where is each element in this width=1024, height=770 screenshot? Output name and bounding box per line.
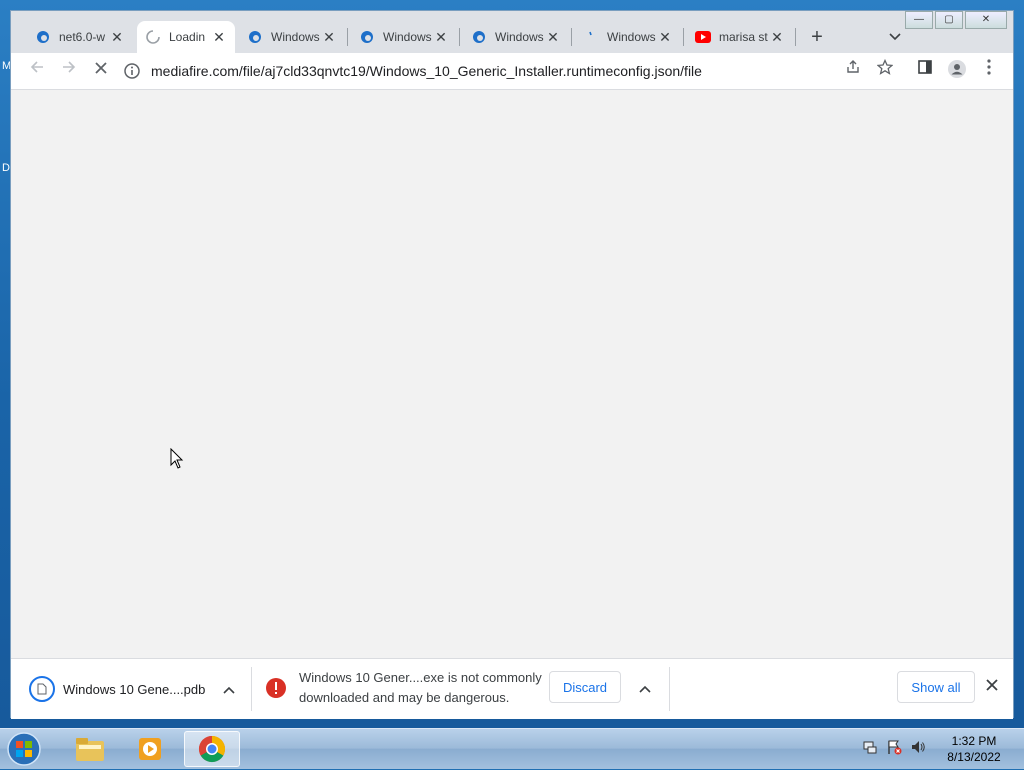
download-filename: Windows 10 Gene....pdb (63, 681, 206, 697)
tab-title: Windows (607, 30, 656, 44)
tab-title: Windows (495, 30, 544, 44)
edge-favicon-icon (471, 29, 487, 45)
tab-separator (347, 28, 348, 46)
menu-kebab-icon[interactable] (977, 59, 1001, 83)
loading-spinner-icon (583, 29, 599, 45)
mouse-cursor-icon (170, 447, 184, 473)
tab-windows-1[interactable]: Windows ✕ (239, 21, 345, 53)
bookmark-star-icon[interactable] (873, 58, 897, 83)
download-separator (251, 667, 252, 711)
tab-title: net6.0-w (59, 30, 106, 44)
warning-line-2: downloaded and may be dangerous. (299, 690, 510, 705)
edge-favicon-icon (35, 29, 51, 45)
share-icon[interactable] (841, 59, 865, 83)
window-controls: — ▢ ✕ (903, 11, 1007, 29)
close-window-button[interactable]: ✕ (965, 11, 1007, 29)
network-icon[interactable] (862, 739, 878, 758)
side-panel-icon[interactable] (913, 59, 937, 83)
maximize-button[interactable]: ▢ (935, 11, 963, 29)
tab-windows-4[interactable]: Windows ✕ (575, 21, 681, 53)
tab-strip: — ▢ ✕ net6.0-w ✕ Loadin ✕ Windows ✕ Wind… (11, 11, 1013, 53)
back-arrow-icon[interactable] (25, 59, 49, 83)
minimize-button[interactable]: — (905, 11, 933, 29)
clock-time: 1:32 PM (951, 734, 997, 748)
tab-net6[interactable]: net6.0-w ✕ (27, 21, 133, 53)
tab-youtube[interactable]: marisa st ✕ (687, 21, 793, 53)
discard-button[interactable]: Discard (549, 671, 621, 703)
address-bar[interactable]: mediafire.com/file/aj7cld33qnvtc19/Windo… (123, 57, 955, 85)
stop-loading-icon[interactable] (89, 59, 113, 83)
folder-icon (76, 738, 104, 761)
show-all-button[interactable]: Show all (897, 671, 975, 703)
youtube-favicon-icon (695, 29, 711, 45)
loading-spinner-icon (145, 29, 161, 45)
chrome-icon (198, 735, 226, 763)
close-tab-icon[interactable]: ✕ (657, 29, 673, 46)
site-info-icon[interactable] (123, 62, 141, 80)
forward-arrow-icon[interactable] (57, 59, 81, 83)
taskbar-chrome[interactable] (184, 731, 240, 767)
tab-loading[interactable]: Loadin ✕ (137, 21, 235, 53)
close-tab-icon[interactable]: ✕ (321, 29, 337, 46)
tab-title: Windows (271, 30, 320, 44)
tab-separator (795, 28, 796, 46)
new-tab-icon[interactable]: + (805, 25, 829, 49)
close-tab-icon[interactable]: ✕ (433, 29, 449, 46)
taskbar-media-player[interactable] (122, 731, 178, 767)
tab-title: Windows (383, 30, 432, 44)
edge-favicon-icon (247, 29, 263, 45)
close-shelf-icon[interactable] (986, 679, 998, 694)
tab-separator (571, 28, 572, 46)
media-player-icon (139, 738, 161, 760)
clock[interactable]: 1:32 PM 8/13/2022 (940, 733, 1008, 765)
tab-search-chevron-icon[interactable] (883, 25, 907, 49)
close-tab-icon[interactable]: ✕ (109, 29, 125, 46)
warning-line-1: Windows 10 Gener....exe is not commonly (299, 670, 542, 685)
url-text[interactable]: mediafire.com/file/aj7cld33qnvtc19/Windo… (151, 63, 702, 79)
chevron-up-icon[interactable] (639, 681, 651, 696)
taskbar-explorer[interactable] (62, 731, 118, 767)
download-item-pdb[interactable]: Windows 10 Gene....pdb (29, 659, 249, 719)
browser-toolbar: mediafire.com/file/aj7cld33qnvtc19/Windo… (11, 53, 1013, 90)
tab-windows-2[interactable]: Windows ✕ (351, 21, 457, 53)
file-icon (29, 676, 55, 702)
desktop-icon-fragment: D (2, 162, 10, 174)
windows-taskbar: 1:32 PM 8/13/2022 (0, 728, 1024, 769)
tab-windows-3[interactable]: Windows ✕ (463, 21, 569, 53)
edge-favicon-icon (359, 29, 375, 45)
page-content-blank (11, 90, 1013, 658)
start-button[interactable] (6, 731, 46, 767)
clock-date: 8/13/2022 (947, 750, 1001, 764)
tab-title: marisa st (719, 30, 768, 44)
tab-separator (459, 28, 460, 46)
close-tab-icon[interactable]: ✕ (545, 29, 561, 46)
download-shelf: Windows 10 Gene....pdb Windows 10 Gener.… (11, 658, 1013, 719)
download-separator (669, 667, 670, 711)
chevron-up-icon[interactable] (223, 682, 235, 697)
danger-warning-icon (265, 677, 287, 702)
system-tray (862, 739, 926, 758)
close-tab-icon[interactable]: ✕ (769, 29, 785, 46)
volume-icon[interactable] (910, 739, 926, 758)
tab-title: Loadin (169, 30, 206, 44)
close-tab-icon[interactable]: ✕ (211, 29, 227, 46)
action-center-flag-icon[interactable] (886, 739, 902, 758)
chrome-window: — ▢ ✕ net6.0-w ✕ Loadin ✕ Windows ✕ Wind… (10, 10, 1014, 719)
download-warning-text: Windows 10 Gener....exe is not commonly … (299, 668, 549, 708)
profile-avatar-icon[interactable] (945, 59, 969, 83)
tab-separator (683, 28, 684, 46)
windows-orb-icon (7, 732, 41, 766)
